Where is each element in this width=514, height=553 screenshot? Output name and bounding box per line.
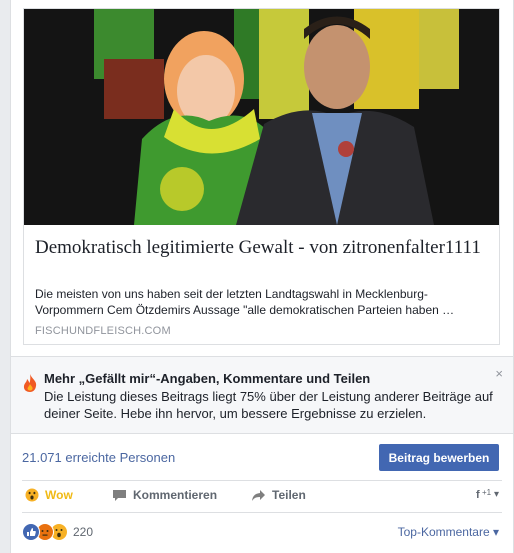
reaction-picker-menu[interactable]: f +1 ▾ [476,487,499,501]
promote-post-button[interactable]: Beitrag bewerben [379,444,499,471]
comment-icon [113,489,126,501]
wow-label: Wow [45,488,73,502]
wow-icon [25,488,39,502]
link-domain: FISCHUNDFLEISCH.COM [35,325,171,337]
tip-title: Mehr „Gefällt mir“-Angaben, Kommentare u… [44,371,371,386]
comment-label: Kommentieren [133,488,218,502]
page-avatar-icon: f +1 [476,488,492,501]
like-icon [22,523,40,541]
share-icon [252,489,265,501]
wow-reaction-button[interactable]: Wow [25,488,73,502]
post-actions: Wow Kommentieren Teilen f +1 ▾ [11,481,513,511]
comment-button[interactable]: Kommentieren [112,488,217,502]
reaction-count[interactable]: 220 [73,525,93,539]
reach-count[interactable]: 21.071 erreichte Personen [22,450,175,465]
link-title[interactable]: Demokratisch legitimierte Gewalt - von z… [35,236,485,260]
promotion-tip: Mehr „Gefällt mir“-Angaben, Kommentare u… [11,357,513,433]
share-label: Teilen [272,488,306,502]
svg-text:+1: +1 [482,488,492,497]
share-button[interactable]: Teilen [251,488,306,502]
tip-body: Die Leistung dieses Beitrags liegt 75% ü… [44,389,493,421]
post-card: Demokratisch legitimierte Gewalt - von z… [10,0,514,553]
link-preview[interactable]: Demokratisch legitimierte Gewalt - von z… [23,8,500,345]
reaction-icons[interactable] [22,523,68,541]
svg-text:f: f [476,489,480,501]
top-comments-sort[interactable]: Top-Kommentare ▾ [398,525,499,539]
close-icon[interactable]: × [495,366,503,381]
photo-image [24,9,499,225]
divider [11,433,513,434]
link-description: Die meisten von uns haben seit der letzt… [35,287,455,317]
reactions-summary: 220 Top-Kommentare ▾ [11,515,513,553]
link-preview-image[interactable] [24,9,499,225]
chevron-down-icon: ▾ [493,488,499,500]
flame-icon [21,373,39,398]
divider [22,512,502,513]
